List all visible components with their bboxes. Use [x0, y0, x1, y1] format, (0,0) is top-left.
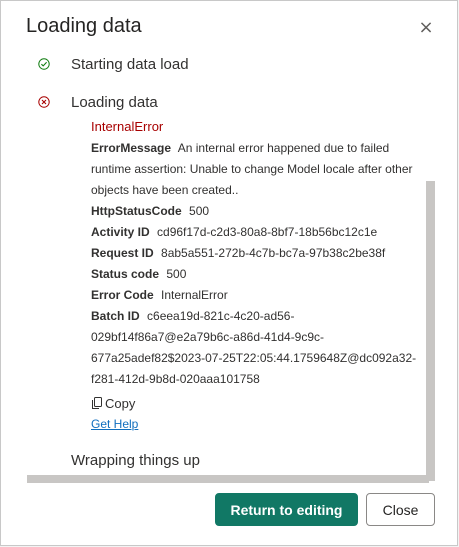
batch-id-line-3: 677a25adef82$2023-07-25T22:05:44.1759648… — [91, 351, 417, 365]
close-icon[interactable]: × — [417, 19, 435, 37]
error-message-label: ErrorMessage — [91, 141, 172, 155]
http-status-value: 500 — [189, 204, 210, 218]
loading-data-dialog: Loading data × Starting data load Loadin… — [0, 0, 458, 546]
check-circle-icon — [38, 58, 50, 70]
error-circle-icon — [38, 96, 50, 108]
error-details: InternalError ErrorMessage An internal e… — [91, 119, 431, 431]
error-message-line-3: objects have been created.. — [91, 183, 239, 197]
error-message-row: ErrorMessage An internal error happened … — [91, 138, 431, 159]
status-code-label: Status code — [91, 267, 160, 281]
error-code-value: InternalError — [161, 288, 228, 302]
status-code-row: Status code 500 — [91, 264, 431, 285]
copy-button[interactable]: Copy — [91, 392, 431, 414]
activity-id-row: Activity ID cd96f17d-c2d3-80a8-8bf7-18b5… — [91, 222, 431, 243]
horizontal-scrollbar[interactable] — [27, 475, 429, 483]
step-label-starting: Starting data load — [71, 56, 189, 73]
batch-id-line-1: c6eea19d-821c-4c20-ad56- — [147, 309, 295, 323]
dialog-title: Loading data — [26, 15, 142, 37]
return-to-editing-button[interactable]: Return to editing — [215, 493, 358, 526]
http-status-row: HttpStatusCode 500 — [91, 201, 431, 222]
request-id-value: 8ab5a551-272b-4c7b-bc7a-97b38c2be38f — [161, 246, 386, 260]
close-button[interactable]: Close — [366, 493, 435, 526]
batch-id-label: Batch ID — [91, 309, 140, 323]
activity-id-value: cd96f17d-c2d3-80a8-8bf7-18b56bc12c1e — [157, 225, 378, 239]
step-label-loading: Loading data — [71, 94, 158, 111]
error-title: InternalError — [91, 119, 164, 134]
progress-steps-region: Starting data load Loading data Internal… — [27, 45, 437, 481]
step-label-wrapping: Wrapping things up — [71, 452, 200, 469]
request-id-row: Request ID 8ab5a551-272b-4c7b-bc7a-97b38… — [91, 243, 431, 264]
error-code-row: Error Code InternalError — [91, 285, 431, 306]
error-code-label: Error Code — [91, 288, 154, 302]
vertical-scrollbar[interactable] — [426, 181, 435, 481]
request-id-label: Request ID — [91, 246, 154, 260]
batch-id-line-2: 029bf14f86a7@e2a79b6c-a86d-41d4-9c9c- — [91, 330, 325, 344]
http-status-label: HttpStatusCode — [91, 204, 182, 218]
copy-icon — [92, 396, 102, 409]
status-code-value: 500 — [166, 267, 187, 281]
get-help-link[interactable]: Get Help — [91, 417, 138, 431]
batch-id-line-4: f281-412d-9b8d-020aaa101758 — [91, 372, 260, 386]
error-message-line-2: runtime assertion: Unable to change Mode… — [91, 162, 413, 176]
error-message-line-1: An internal error happened due to failed — [177, 141, 390, 155]
activity-id-label: Activity ID — [91, 225, 150, 239]
batch-id-row: Batch ID c6eea19d-821c-4c20-ad56- — [91, 306, 431, 327]
copy-label: Copy — [105, 395, 136, 411]
